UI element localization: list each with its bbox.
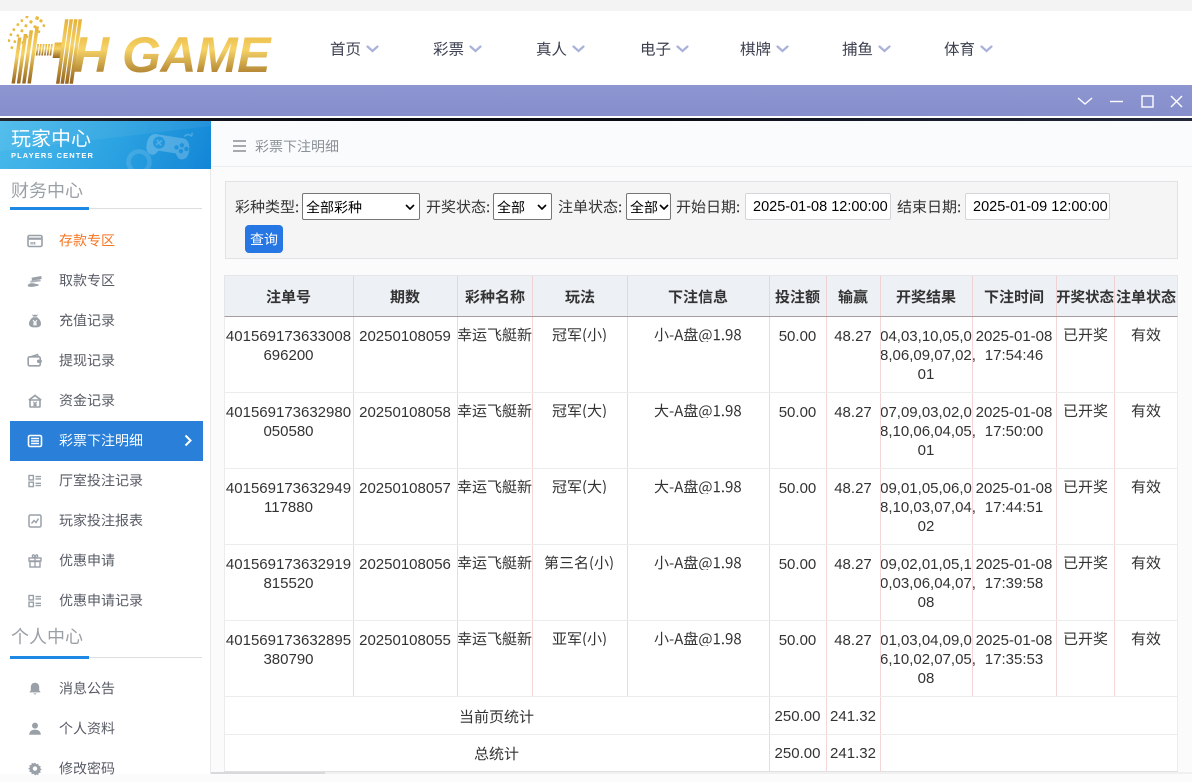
svg-text:H GAME: H GAME: [73, 27, 272, 83]
